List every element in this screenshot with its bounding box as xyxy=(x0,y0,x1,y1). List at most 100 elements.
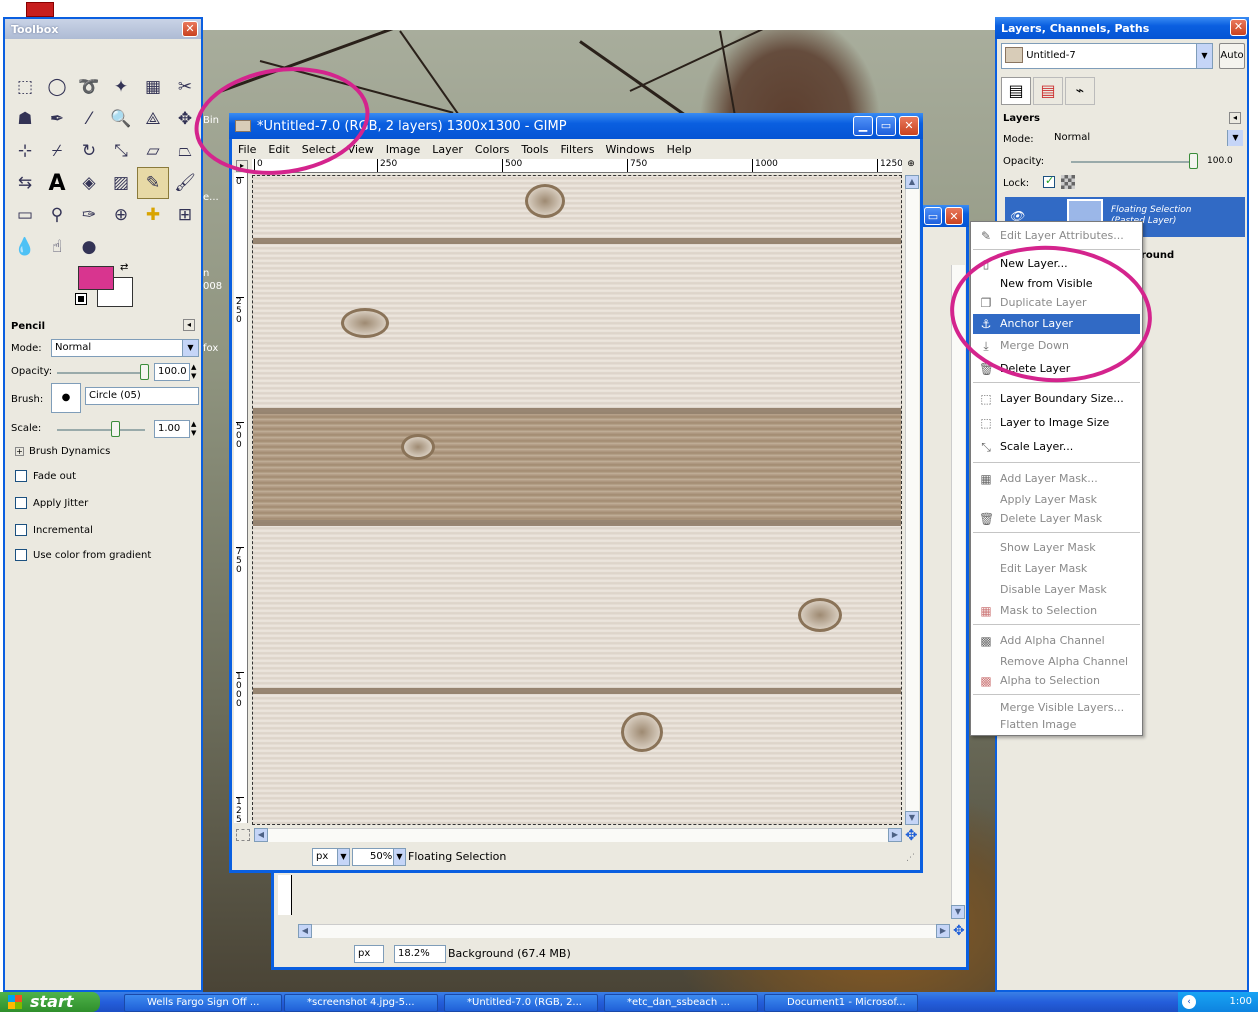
zoom-icon[interactable]: 🔍 xyxy=(105,103,137,135)
scale-spinner-icon[interactable]: ▲ ▼ xyxy=(191,420,196,438)
dock-titlebar[interactable]: Layers, Channels, Paths xyxy=(995,17,1249,39)
tab-channels[interactable]: ▤ xyxy=(1033,77,1063,105)
back-unit-select[interactable]: px xyxy=(354,945,384,963)
incremental-checkbox[interactable] xyxy=(15,524,27,536)
rotate-icon[interactable]: ↻ xyxy=(73,135,105,167)
desktop-icon-label[interactable]: Bin xyxy=(203,115,219,126)
gradient-color-checkbox[interactable] xyxy=(15,549,27,561)
layer-row-background-label[interactable]: round xyxy=(1141,250,1174,261)
foreground-color-swatch-top[interactable] xyxy=(78,266,114,290)
layer-opacity-value[interactable]: 100.0 xyxy=(1207,156,1233,166)
menu-item-mask-to-selection[interactable]: ▦ Mask to Selection xyxy=(973,601,1140,621)
tab-layers[interactable]: ▤ xyxy=(1001,77,1031,105)
desktop-icon-label[interactable]: fox xyxy=(203,343,218,354)
ellipse-select-icon[interactable]: ◯ xyxy=(41,71,73,103)
menu-item-layer-boundary-size[interactable]: ⬚ Layer Boundary Size... xyxy=(973,389,1140,409)
desktop-icon-label[interactable]: e... xyxy=(203,192,219,203)
lock-alpha-checkbox[interactable] xyxy=(1043,174,1055,188)
taskbar-item[interactable]: *screenshot 4.jpg-5... xyxy=(284,994,438,1012)
pencil-icon[interactable]: ✎ xyxy=(137,167,169,199)
maximize-button[interactable]: ▭ xyxy=(876,116,896,136)
menu-file[interactable]: File xyxy=(232,139,262,159)
flip-icon[interactable]: ⇆ xyxy=(9,167,41,199)
smudge-icon[interactable]: ☝ xyxy=(41,231,73,263)
tray-arrow-icon[interactable]: ‹ xyxy=(1182,995,1196,1009)
taskbar-item[interactable]: *Untitled-7.0 (RGB, 2... xyxy=(444,994,598,1012)
menu-item-flatten-image[interactable]: Flatten Image xyxy=(973,715,1140,735)
menu-item-delete-layer-mask[interactable]: 🗑 Delete Layer Mask xyxy=(973,509,1140,529)
back-scroll-down-icon[interactable]: ▼ xyxy=(951,905,965,919)
blend-icon[interactable]: ▨ xyxy=(105,167,137,199)
opacity-slider-track[interactable] xyxy=(57,372,145,374)
rect-select-icon[interactable]: ⬚ xyxy=(9,71,41,103)
zoom-fit-icon[interactable]: ⊕ xyxy=(904,159,918,173)
start-button[interactable]: start xyxy=(0,992,100,1012)
unit-select[interactable]: px ▼ xyxy=(312,848,350,866)
shear-icon[interactable]: ▱ xyxy=(137,135,169,167)
menu-item-edit-layer-attributes[interactable]: ✎ Edit Layer Attributes... xyxy=(973,226,1140,246)
heal-icon[interactable]: ✚ xyxy=(137,199,169,231)
tool-options-menu-icon[interactable]: ◂ xyxy=(183,319,195,331)
menu-item-show-layer-mask[interactable]: Show Layer Mask xyxy=(973,538,1140,558)
scroll-up-icon[interactable]: ▲ xyxy=(905,175,919,189)
menu-item-delete-layer[interactable]: 🗑 Delete Layer xyxy=(973,359,1140,379)
scale-slider-thumb[interactable] xyxy=(111,421,120,437)
opacity-spinner-icon[interactable]: ▲ ▼ xyxy=(191,363,196,381)
image-canvas[interactable] xyxy=(252,175,902,825)
scale-slider-track[interactable] xyxy=(57,429,145,431)
dock-menu-icon[interactable]: ◂ xyxy=(1229,112,1241,124)
eraser-icon[interactable]: ▭ xyxy=(9,199,41,231)
menu-item-remove-alpha-channel[interactable]: Remove Alpha Channel xyxy=(973,652,1140,672)
scroll-left-icon[interactable]: ◀ xyxy=(254,828,268,842)
pdf-desktop-icon[interactable] xyxy=(26,2,54,17)
quick-mask-icon[interactable] xyxy=(236,829,250,841)
move-icon[interactable]: ✥ xyxy=(169,103,201,135)
close-button[interactable]: ✕ xyxy=(899,116,919,136)
menu-item-alpha-to-selection[interactable]: ▩ Alpha to Selection xyxy=(973,671,1140,691)
toolbox-titlebar[interactable]: Toolbox xyxy=(5,19,201,39)
menu-item-edit-layer-mask[interactable]: Edit Layer Mask xyxy=(973,559,1140,579)
back-close-button[interactable]: ✕ xyxy=(945,207,963,225)
toolbox-close-button[interactable]: ✕ xyxy=(182,21,198,37)
expand-icon[interactable]: + xyxy=(15,447,24,456)
menu-item-merge-down[interactable]: ⤓ Merge Down xyxy=(973,336,1140,356)
scroll-right-icon[interactable]: ▶ xyxy=(888,828,902,842)
resize-grip-icon[interactable]: ⋰ xyxy=(906,853,915,863)
menu-item-scale-layer[interactable]: ⤡ Scale Layer... xyxy=(973,437,1140,457)
ruler-corner-icon[interactable]: ▸ xyxy=(236,160,248,172)
brush-dynamics-toggle[interactable]: Brush Dynamics xyxy=(29,446,110,457)
paths-icon[interactable]: ✒ xyxy=(41,103,73,135)
scale-icon[interactable]: ⤡ xyxy=(105,135,137,167)
clone-icon[interactable]: ⊕ xyxy=(105,199,137,231)
taskbar-item[interactable]: Document1 - Microsof... xyxy=(764,994,918,1012)
blur-icon[interactable]: 💧 xyxy=(9,231,41,263)
ink-icon[interactable]: ✑ xyxy=(73,199,105,231)
brush-name-field[interactable]: Circle (05) xyxy=(85,387,199,405)
navigate-icon[interactable]: ✥ xyxy=(905,826,918,844)
brush-preview[interactable]: ● xyxy=(51,383,81,413)
mode-select[interactable]: Normal ▼ xyxy=(51,339,199,357)
desktop-icon-label[interactable]: n xyxy=(203,268,209,279)
perspective-clone-icon[interactable]: ⊞ xyxy=(169,199,201,231)
clock[interactable]: 1:00 xyxy=(1230,996,1252,1007)
auto-button[interactable]: Auto xyxy=(1219,43,1245,69)
bucket-fill-icon[interactable]: ◈ xyxy=(73,167,105,199)
back-scroll-left-icon[interactable]: ◀ xyxy=(298,924,312,938)
menu-tools[interactable]: Tools xyxy=(515,139,554,159)
default-colors-icon[interactable] xyxy=(75,293,87,305)
scissors-icon[interactable]: ✂ xyxy=(169,71,201,103)
layer-opacity-track[interactable] xyxy=(1071,161,1189,163)
menu-item-add-alpha-channel[interactable]: ▩ Add Alpha Channel xyxy=(973,631,1140,651)
text-icon[interactable]: A xyxy=(41,167,73,199)
menu-view[interactable]: View xyxy=(342,139,380,159)
vertical-scrollbar[interactable] xyxy=(905,185,919,813)
back-zoom-select[interactable]: 18.2% xyxy=(394,945,446,963)
opacity-slider-thumb[interactable] xyxy=(140,364,149,380)
paintbrush-icon[interactable]: 🖌 xyxy=(169,167,201,199)
zoom-select[interactable]: 50% ▼ xyxy=(352,848,406,866)
menu-item-disable-layer-mask[interactable]: Disable Layer Mask xyxy=(973,580,1140,600)
menu-colors[interactable]: Colors xyxy=(469,139,515,159)
dodge-burn-icon[interactable]: ● xyxy=(73,231,105,263)
align-icon[interactable]: ⊹ xyxy=(9,135,41,167)
image-select[interactable]: Untitled-7 ▼ xyxy=(1001,43,1213,69)
